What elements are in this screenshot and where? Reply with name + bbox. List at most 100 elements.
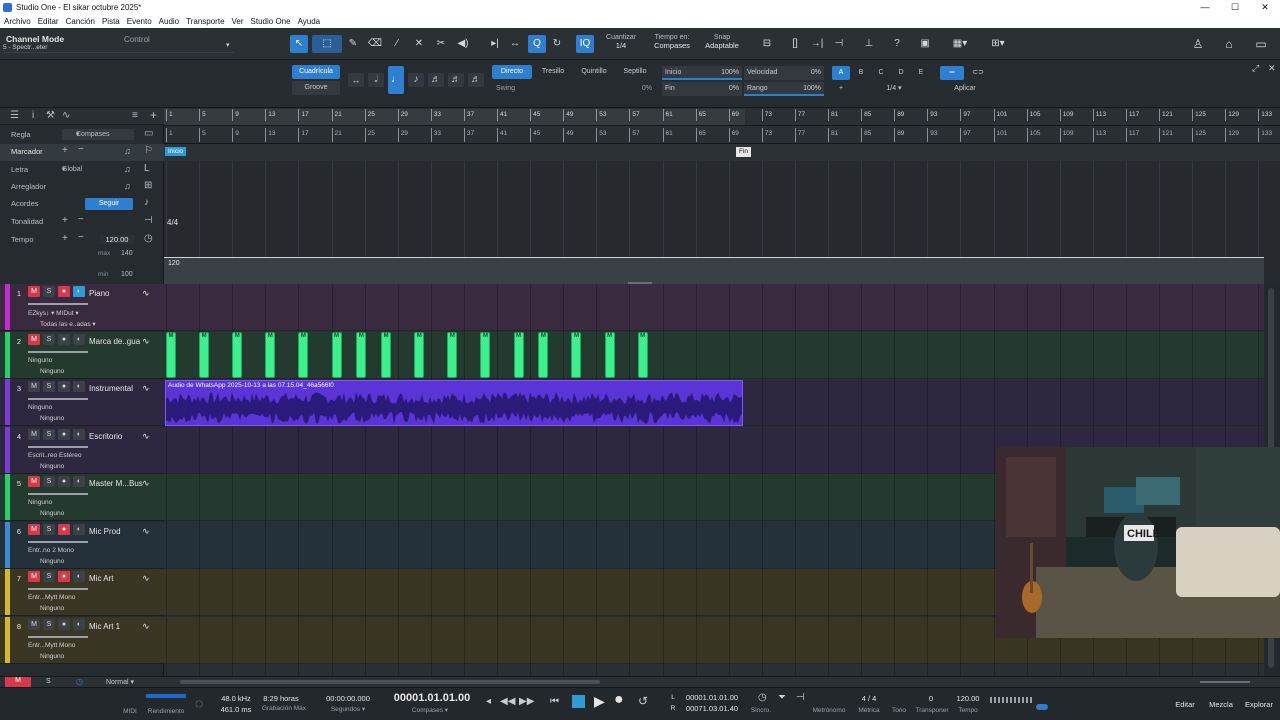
seguir-button[interactable]: Seguir (85, 198, 133, 210)
draw-tool-button[interactable]: ⁄ (388, 35, 406, 53)
volume-fader[interactable] (28, 540, 88, 543)
input-selector[interactable]: Escrit..reo Estéreo (28, 452, 81, 459)
track-header[interactable]: 1 M S ● ◐ Piano ∿ EZkys↕ ▾ MIDut ▾ Todas… (0, 284, 164, 331)
monitor-button[interactable]: ◐ (73, 286, 85, 297)
transponer-value[interactable]: 0 (918, 694, 944, 703)
iq-button[interactable]: IQ (576, 35, 594, 53)
explorar-button[interactable]: Explorar (1240, 700, 1278, 709)
track-header[interactable]: 8 M S ● ◐ Mic Art 1 ∿ Entr...Mytt Mono N… (0, 616, 164, 664)
zoom-slider[interactable] (1200, 681, 1250, 683)
collapse-button[interactable]: ⊟ (758, 35, 776, 53)
midi-event[interactable]: M (331, 332, 342, 378)
track-name[interactable]: Mic Prod (89, 527, 121, 536)
fin-marker[interactable]: Fin (736, 147, 752, 157)
monitor-button[interactable]: ◐ (73, 618, 85, 630)
output-selector[interactable]: Ninguno (40, 653, 64, 660)
play-button[interactable]: ▶ (594, 693, 605, 710)
volume-fader[interactable] (28, 445, 88, 448)
fraction-selector[interactable]: 1/4 ▾ (856, 82, 932, 96)
inicio-marker[interactable]: Inicio (165, 147, 187, 156)
midi-event[interactable]: M (604, 332, 615, 378)
help-button[interactable]: ? (888, 35, 906, 53)
inicio-slider[interactable]: Inicio 100% (662, 66, 742, 80)
track-header[interactable]: 3 M S ● ◐ Instrumental ∿ Ninguno Ninguno (0, 379, 164, 426)
editar-button[interactable]: Editar (1168, 700, 1202, 709)
follow-button[interactable]: ↻ (548, 35, 566, 53)
close-button[interactable]: ✕ (1250, 2, 1280, 13)
timeline-ruler[interactable]: 1 1 5 5 9 9 13 13 17 17 21 21 25 25 29 29 33 33 37 37 41 41 45… (164, 108, 1280, 144)
precount-icon[interactable]: ⊣ (796, 692, 805, 703)
music-note-icon[interactable]: ♫ (124, 146, 131, 156)
quantize-mode-b[interactable]: ⊂⊃ (966, 66, 990, 80)
mute-tool-button[interactable]: ✕ (410, 35, 428, 53)
note-sixteenth[interactable]: ♬ (428, 73, 444, 87)
input-selector[interactable]: Entr..no 2 Mono (28, 547, 74, 554)
mute-button[interactable]: M (28, 571, 40, 582)
midi-event[interactable]: M (381, 332, 392, 378)
add-tempo-icon[interactable]: + (62, 233, 68, 244)
menu-archivo[interactable]: Archivo (4, 17, 31, 26)
snap-selector[interactable]: Snap Adaptable (700, 34, 744, 50)
volume-fader[interactable] (28, 588, 88, 590)
expand-icon[interactable]: ⤢ (1252, 63, 1259, 74)
video-button[interactable]: ▣ (916, 35, 934, 53)
input-selector[interactable]: Ninguno (28, 499, 52, 506)
record-button[interactable]: ● (614, 691, 624, 709)
time-display[interactable]: 00:00:00.000 (318, 694, 378, 703)
midi-event[interactable]: M (637, 332, 648, 378)
global-mute-button[interactable]: M (5, 677, 31, 687)
stop-button[interactable] (572, 695, 585, 708)
menu-editar[interactable]: Editar (38, 17, 59, 26)
time-signature[interactable]: 4/4 (167, 218, 178, 227)
eraser-tool-button[interactable]: ⌫ (366, 35, 384, 53)
monitor-button[interactable]: ◐ (73, 571, 85, 582)
solo-button[interactable]: S (43, 428, 55, 440)
solo-button[interactable]: S (43, 476, 55, 487)
remove-marker-icon[interactable]: − (78, 144, 84, 155)
track-lane[interactable] (164, 284, 1264, 331)
solo-button[interactable]: S (43, 571, 55, 582)
input-selector[interactable]: Ninguno (28, 404, 52, 411)
midi-event[interactable]: M (571, 332, 582, 378)
cuantizar-selector[interactable]: Cuantizar 1/4 (600, 34, 642, 50)
menu-cancion[interactable]: Canción (66, 17, 95, 26)
loop-follow-button[interactable]: →| (808, 35, 826, 53)
record-arm-button[interactable]: ● (58, 571, 70, 582)
volume-fader[interactable] (28, 493, 88, 495)
track-header[interactable]: 7 M S ● ◐ Mic Art ∿ Entr...Mytt Mono Nin… (0, 569, 164, 616)
bar-position[interactable]: 00001.01.01.00 (384, 692, 480, 704)
track-name[interactable]: Mic Art (89, 574, 113, 583)
grid-view-button[interactable]: ▦▾ (946, 35, 974, 53)
track-lane[interactable] (164, 331, 1264, 379)
velocidad-slider[interactable]: Velocidad 0% (744, 66, 824, 80)
key-icon[interactable]: ⊣ (144, 215, 153, 226)
track-header[interactable]: 6 M S ● ◐ Mic Prod ∿ Entr..no 2 Mono Nin… (0, 521, 164, 569)
regla-dropdown[interactable]: Compases ▾ (62, 129, 134, 140)
arranger-note-icon[interactable]: ♫ (124, 181, 131, 191)
global-solo-button[interactable]: S (46, 678, 51, 685)
menu-studio-one[interactable]: Studio One (251, 17, 291, 26)
rango-slider[interactable]: Rango 100% (744, 82, 824, 96)
max-value[interactable]: 140 (121, 250, 133, 257)
quintillo-button[interactable]: Quintillo (574, 65, 614, 79)
track-name[interactable]: Mic Art 1 (89, 622, 120, 631)
volume-fader[interactable] (28, 398, 88, 400)
output-selector[interactable]: Ninguno (40, 463, 64, 470)
menu-transporte[interactable]: Transporte (186, 17, 224, 26)
menu-ver[interactable]: Ver (232, 17, 244, 26)
output-selector[interactable]: Ninguno (40, 510, 64, 517)
menu-ayuda[interactable]: Ayuda (298, 17, 321, 26)
cuadricula-button[interactable]: Cuadrícula (292, 65, 340, 79)
fin-slider[interactable]: Fin 0% (662, 82, 742, 96)
midi-event[interactable]: M (232, 332, 243, 378)
to-end-icon[interactable]: ⏮ (550, 696, 559, 707)
lyrics-note-icon[interactable]: ♫ (124, 164, 131, 174)
menu-pista[interactable]: Pista (102, 17, 120, 26)
groove-button[interactable]: Groove (292, 81, 340, 95)
mute-button[interactable]: M (28, 523, 40, 535)
mute-button[interactable]: M (28, 381, 40, 392)
arranger-icon[interactable]: ⊞ (144, 180, 152, 191)
loop-end[interactable]: 00071.03.01.40 (680, 704, 744, 713)
split-cursor-button[interactable]: ⊣ (830, 35, 848, 53)
mute-button[interactable]: M (28, 286, 40, 297)
